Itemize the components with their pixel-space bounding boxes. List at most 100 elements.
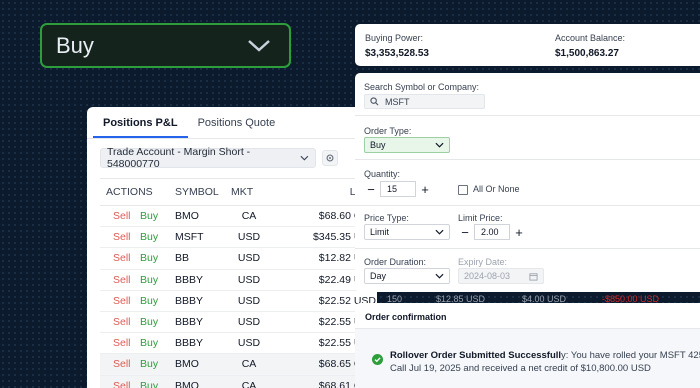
search-value: MSFT bbox=[385, 96, 410, 107]
row-symbol: BBBY bbox=[175, 290, 231, 312]
table-row: Sell Buy BMO CA $68.60 CAD bbox=[100, 205, 376, 228]
limit-price-label: Limit Price: bbox=[458, 213, 503, 223]
confirmation-message: Rollover Order Submitted Successfully: Y… bbox=[390, 350, 700, 375]
row-mkt: CA bbox=[231, 353, 267, 376]
row-symbol: BBBY bbox=[175, 332, 231, 355]
column-header-symbol: SYMBOL bbox=[175, 178, 231, 206]
row-mkt: USD bbox=[231, 226, 267, 249]
confirmation-title: Order confirmation bbox=[365, 312, 447, 322]
chevron-down-icon bbox=[300, 155, 309, 161]
sell-button[interactable]: Sell bbox=[100, 353, 140, 376]
table-row: Sell Buy MSFT USD $345.35 USD bbox=[100, 226, 376, 249]
column-header-actions: ACTIONS bbox=[100, 178, 175, 206]
row-symbol: BBBY bbox=[175, 311, 231, 334]
buy-button[interactable]: Buy bbox=[140, 332, 175, 355]
row-symbol: BMO bbox=[175, 353, 231, 376]
balance-card: Buying Power: $3,353,528.53 Account Bala… bbox=[355, 24, 700, 66]
table-row: Sell Buy BMO CA $68.65 CAD bbox=[100, 353, 376, 376]
account-balance-label: Account Balance: bbox=[555, 33, 626, 43]
duration-value: Day bbox=[370, 271, 387, 281]
table-row: Sell Buy BBBY USD $22.55 USD bbox=[100, 332, 376, 355]
buy-button[interactable]: Buy bbox=[140, 226, 175, 249]
buy-button[interactable]: Buy bbox=[140, 290, 175, 312]
sell-button[interactable]: Sell bbox=[100, 269, 140, 291]
account-select[interactable]: Trade Account - Margin Short - 548000770 bbox=[100, 146, 316, 170]
buy-button[interactable]: Buy bbox=[140, 375, 175, 388]
big-buy-label: Buy bbox=[56, 32, 94, 58]
duration-select[interactable]: Day bbox=[364, 268, 450, 284]
buy-button[interactable]: Buy bbox=[140, 269, 175, 291]
order-type-value: Buy bbox=[370, 140, 386, 150]
price-type-value: Limit bbox=[370, 227, 390, 237]
table-row: Sell Buy BMO CA $68.61 CAD bbox=[100, 375, 376, 388]
row-symbol: MSFT bbox=[175, 226, 231, 249]
row-symbol: BMO bbox=[175, 375, 231, 388]
table-row: Sell Buy BBBY USD $22.55 USD bbox=[100, 311, 376, 334]
row-symbol: BBBY bbox=[175, 269, 231, 291]
gear-icon bbox=[326, 154, 334, 162]
price-type-select[interactable]: Limit bbox=[364, 224, 450, 240]
quantity-decrement-button[interactable]: − bbox=[364, 182, 378, 197]
sell-button[interactable]: Sell bbox=[100, 247, 140, 270]
row-symbol: BB bbox=[175, 247, 231, 270]
row-mkt: USD bbox=[231, 269, 267, 291]
limit-price-decrement-button[interactable]: − bbox=[458, 225, 472, 240]
settings-button[interactable] bbox=[322, 150, 338, 166]
positions-table: ACTIONS SYMBOL MKT LAST SellBuyBMOCA$68.… bbox=[100, 178, 376, 388]
order-type-label: Order Type: bbox=[364, 126, 412, 136]
buying-power-label: Buying Power: bbox=[365, 33, 424, 43]
all-or-none-checkbox[interactable] bbox=[458, 185, 468, 195]
quantity-label: Quantity: bbox=[364, 169, 401, 179]
row-mkt: USD bbox=[231, 290, 267, 312]
all-or-none-label: All Or None bbox=[473, 184, 520, 194]
buy-button[interactable]: Buy bbox=[140, 247, 175, 270]
limit-price-increment-button[interactable]: + bbox=[512, 225, 526, 240]
quantity-value[interactable]: 15 bbox=[380, 181, 416, 197]
calendar-icon bbox=[529, 272, 538, 281]
sell-button[interactable]: Sell bbox=[100, 311, 140, 334]
chevron-down-icon bbox=[248, 39, 270, 52]
row-mkt: USD bbox=[231, 247, 267, 270]
quantity-stepper: − 15 + bbox=[364, 181, 432, 197]
buy-button[interactable]: Buy bbox=[140, 205, 175, 228]
expiry-label: Expiry Date: bbox=[458, 257, 508, 267]
confirmation-body: Rollover Order Submitted Successfully: Y… bbox=[355, 328, 700, 388]
order-type-select[interactable]: Buy bbox=[364, 137, 450, 153]
search-input[interactable]: MSFT bbox=[364, 94, 485, 109]
search-label: Search Symbol or Company: bbox=[364, 82, 480, 92]
tab-positions-quote[interactable]: Positions Quote bbox=[188, 107, 286, 138]
duration-label: Order Duration: bbox=[364, 257, 427, 267]
buy-button[interactable]: Buy bbox=[140, 311, 175, 334]
row-symbol: BMO bbox=[175, 205, 231, 228]
limit-price-stepper: − 2.00 + bbox=[458, 224, 526, 240]
expiry-value: 2024-08-03 bbox=[464, 271, 511, 281]
check-circle-icon bbox=[372, 354, 383, 365]
positions-tabs: Positions P&L Positions Quote bbox=[87, 107, 377, 139]
account-balance-value: $1,500,863.27 bbox=[555, 48, 619, 59]
table-row: Sell Buy BB USD $12.82 USD bbox=[100, 247, 376, 270]
sell-button[interactable]: Sell bbox=[100, 226, 140, 249]
chevron-down-icon bbox=[435, 229, 444, 235]
column-header-mkt: MKT bbox=[231, 178, 267, 206]
sell-button[interactable]: Sell bbox=[100, 205, 140, 228]
buying-power-value: $3,353,528.53 bbox=[365, 48, 429, 59]
sell-button[interactable]: Sell bbox=[100, 332, 140, 355]
chevron-down-icon bbox=[435, 142, 444, 148]
row-mkt: CA bbox=[231, 205, 267, 228]
limit-price-value[interactable]: 2.00 bbox=[474, 224, 510, 240]
search-icon bbox=[370, 97, 379, 106]
expiry-date-input[interactable]: 2024-08-03 bbox=[458, 268, 544, 284]
table-row: Sell Buy BBBY USD $22.49 USD bbox=[100, 269, 376, 291]
sell-button[interactable]: Sell bbox=[100, 375, 140, 388]
row-mkt: CA bbox=[231, 375, 267, 388]
order-confirmation-card: Order confirmation Rollover Order Submit… bbox=[355, 303, 700, 388]
confirmation-bold: Rollover Order Submitted Successfull bbox=[390, 350, 562, 361]
account-select-value: Trade Account - Margin Short - 548000770 bbox=[107, 146, 251, 170]
table-row: Sell Buy BBBY USD $22.52 USD bbox=[100, 290, 376, 312]
big-buy-dropdown[interactable]: Buy bbox=[40, 23, 291, 68]
buy-button[interactable]: Buy bbox=[140, 353, 175, 376]
quantity-increment-button[interactable]: + bbox=[418, 182, 432, 197]
row-mkt: USD bbox=[231, 332, 267, 355]
sell-button[interactable]: Sell bbox=[100, 290, 140, 312]
tab-positions-pl[interactable]: Positions P&L bbox=[93, 107, 188, 138]
